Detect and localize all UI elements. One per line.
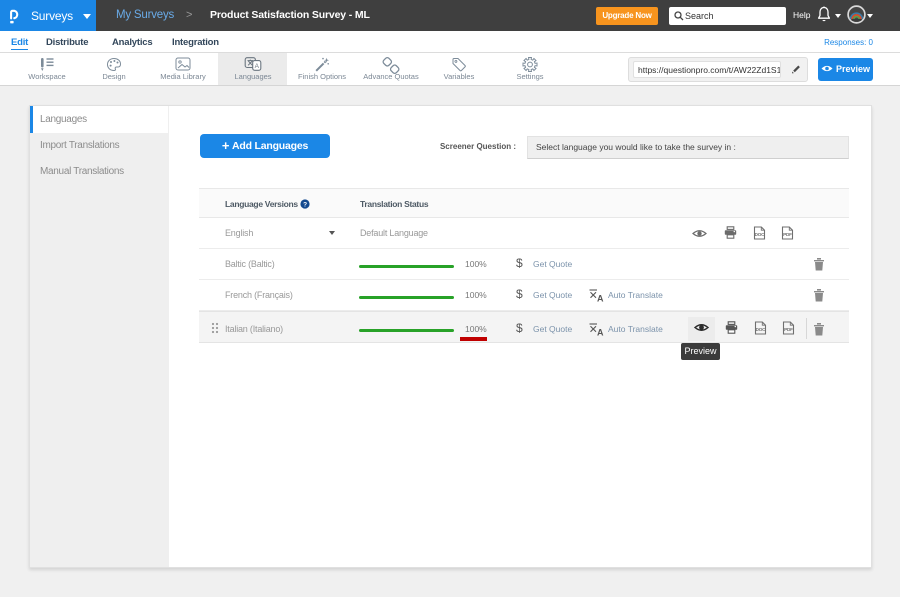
- svg-text:A: A: [597, 327, 604, 336]
- svg-text:PDF: PDF: [784, 327, 793, 332]
- svg-text:?: ?: [303, 201, 307, 208]
- svg-text:DOC: DOC: [755, 232, 765, 237]
- svg-text:PDF: PDF: [783, 232, 792, 237]
- svg-text:A: A: [255, 63, 260, 70]
- svg-text:DOC: DOC: [756, 327, 766, 332]
- svg-text:A: A: [597, 294, 604, 303]
